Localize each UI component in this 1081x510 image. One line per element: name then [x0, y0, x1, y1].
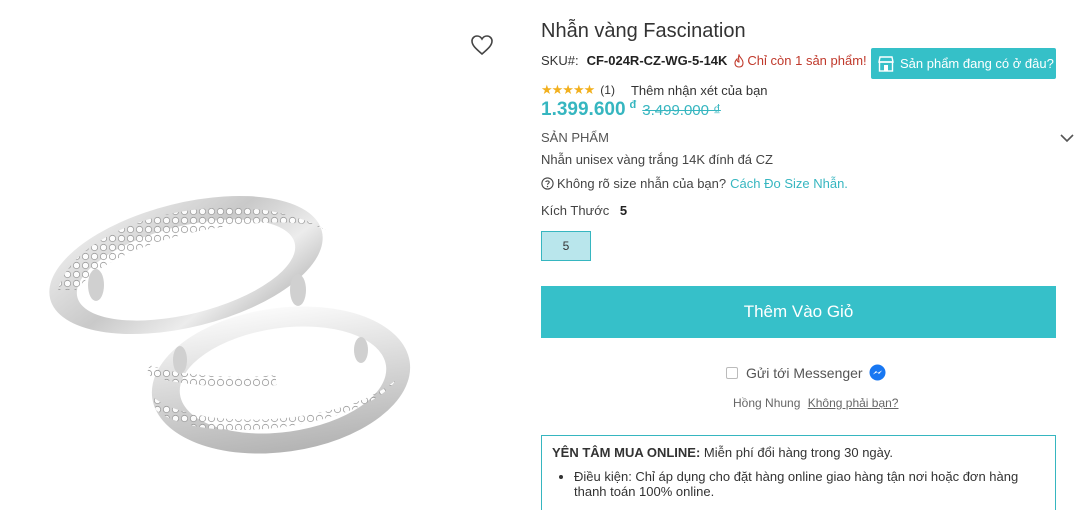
messenger-checkbox[interactable] — [726, 366, 738, 379]
product-title: Nhẫn vàng Fascination — [541, 20, 746, 42]
current-price: 1.399.600 — [541, 99, 626, 120]
not-you-link[interactable]: Không phải bạn? — [808, 396, 899, 410]
size-label: Kích Thước — [541, 203, 610, 218]
currency-symbol: đ — [629, 99, 637, 111]
store-icon — [878, 55, 894, 72]
promo-box: YÊN TÂM MUA ONLINE: Miễn phí đổi hàng tr… — [541, 435, 1056, 510]
chevron-down-icon[interactable] — [1059, 132, 1075, 144]
promo-list: Điều kiện: Chỉ áp dụng cho đặt hàng onli… — [552, 469, 1045, 499]
promo-heading-text: Miễn phí đổi hàng trong 30 ngày. — [703, 445, 894, 460]
rating-stars: ★★★★★ — [541, 82, 595, 97]
sku-label: SKU#: — [541, 53, 579, 68]
rating-count: (1) — [600, 83, 615, 97]
stock-note: Chỉ còn 1 sản phẩm! — [733, 53, 867, 68]
messenger-icon — [869, 364, 886, 381]
product-info: Nhẫn vàng Fascination SKU#: CF-024R-CZ-W… — [541, 0, 1081, 510]
promo-heading-row: YÊN TÂM MUA ONLINE: Miễn phí đổi hàng tr… — [552, 445, 1045, 460]
question-circle-icon — [541, 177, 554, 190]
promo-heading: YÊN TÂM MUA ONLINE: — [552, 445, 701, 460]
size-guide-link[interactable]: Cách Đo Size Nhẫn. — [730, 176, 848, 191]
add-review-link[interactable]: Thêm nhận xét của bạn — [631, 83, 768, 98]
size-row: Kích Thước 5 — [541, 203, 627, 218]
product-gallery — [0, 0, 510, 510]
product-image — [49, 195, 411, 454]
size-option[interactable]: 5 — [541, 231, 591, 261]
size-help: Không rõ size nhẫn của bạn? Cách Đo Size… — [541, 176, 848, 191]
messenger-user-name: Hồng Nhung — [733, 396, 801, 410]
rating-row: ★★★★★ (1) Thêm nhận xét của bạn — [541, 82, 768, 98]
messenger-label: Gửi tới Messenger — [746, 364, 863, 381]
messenger-user-row: Hồng Nhung Không phải bạn? — [733, 396, 898, 410]
product-description: Nhẫn unisex vàng trắng 14K đính đá CZ — [541, 152, 773, 167]
fire-icon — [734, 53, 744, 68]
heart-outline-icon[interactable] — [470, 34, 494, 56]
promo-bullet: Điều kiện: Chỉ áp dụng cho đặt hàng onli… — [574, 469, 1045, 499]
store-availability-button[interactable]: Sản phẩm đang có ở đâu? — [871, 48, 1056, 79]
sku-row: SKU#: CF-024R-CZ-WG-5-14K Chỉ còn 1 sản … — [541, 53, 867, 68]
send-to-messenger: Gửi tới Messenger — [726, 364, 886, 381]
sku-value: CF-024R-CZ-WG-5-14K — [586, 53, 728, 68]
price-row: 1.399.600 đ 3.499.000 ₫ — [541, 99, 721, 121]
add-to-cart-button[interactable]: Thêm Vào Giỏ — [541, 286, 1056, 338]
old-price: 3.499.000 ₫ — [642, 102, 721, 119]
size-selected: 5 — [619, 203, 628, 218]
section-label: SẢN PHẨM — [541, 130, 609, 145]
size-help-text: Không rõ size nhẫn của bạn? — [557, 176, 727, 191]
store-button-label: Sản phẩm đang có ở đâu? — [900, 56, 1054, 71]
stock-note-text: Chỉ còn 1 sản phẩm! — [747, 53, 867, 68]
